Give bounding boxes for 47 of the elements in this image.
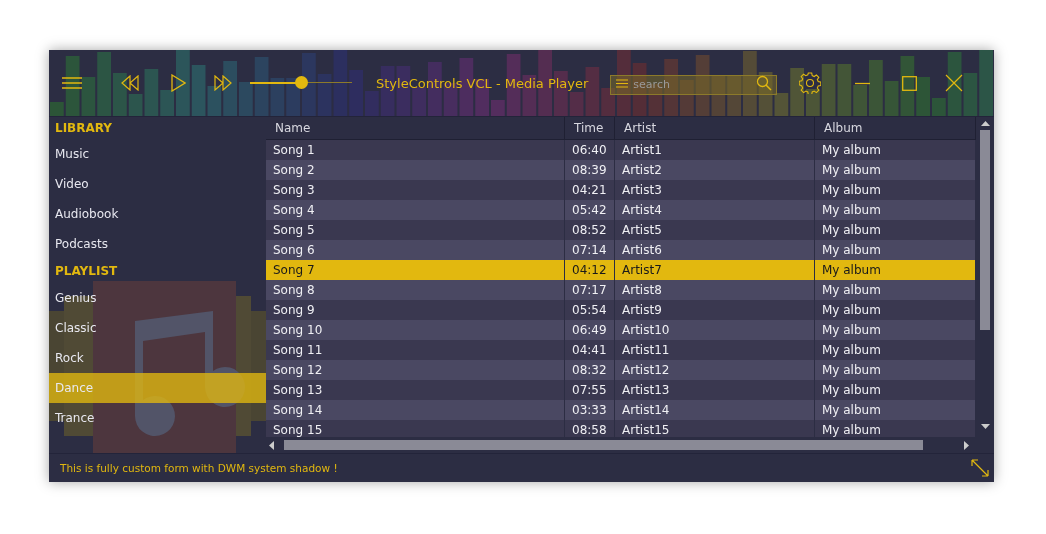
minimize-icon[interactable]	[855, 81, 871, 85]
sidebar-item[interactable]: Podcasts	[49, 229, 266, 259]
sidebar-item[interactable]: Video	[49, 169, 266, 199]
table-row[interactable]: Song 7 04:12 Artist7 My album	[266, 260, 976, 280]
close-icon[interactable]	[945, 74, 964, 92]
table-row[interactable]: Song 14 03:33 Artist14 My album	[266, 400, 976, 420]
resize-icon[interactable]	[970, 458, 990, 478]
maximize-icon[interactable]	[902, 75, 918, 91]
table-row[interactable]: Song 13 07:55 Artist13 My album	[266, 380, 976, 400]
table-row[interactable]: Song 4 05:42 Artist4 My album	[266, 200, 976, 220]
table-row[interactable]: Song 10 06:49 Artist10 My album	[266, 320, 976, 340]
status-text: This is fully custom form with DWM system shadow !	[60, 462, 338, 474]
section-header: PLAYLIST	[54, 263, 119, 280]
menu-icon[interactable]	[616, 79, 629, 88]
table-row[interactable]: Song 12 08:32 Artist12 My album	[266, 360, 976, 380]
table-row[interactable]: Song 6 07:14 Artist6 My album	[266, 240, 976, 260]
column-header[interactable]: Name	[266, 117, 565, 139]
settings-icon[interactable]	[799, 72, 822, 94]
volume-slider[interactable]	[250, 76, 352, 90]
search-field[interactable]: search	[610, 74, 778, 95]
search-icon[interactable]	[756, 75, 773, 91]
table-row[interactable]: Song 5 08:52 Artist5 My album	[266, 220, 976, 240]
window-title: StyleControls VCL - Media Player	[376, 75, 589, 91]
table-row[interactable]: Song 2 08:39 Artist2 My album	[266, 160, 976, 180]
rewind-icon[interactable]	[120, 75, 140, 91]
scroll-up-icon[interactable]	[980, 121, 990, 126]
play-icon[interactable]	[171, 74, 186, 92]
column-header[interactable]: Time	[565, 117, 615, 139]
section-header: LIBRARY	[54, 120, 114, 137]
sidebar-item[interactable]: Trance	[49, 403, 266, 433]
fast-forward-icon[interactable]	[214, 75, 232, 91]
table-row[interactable]: Song 1 06:40 Artist1 My album	[266, 140, 976, 160]
menu-icon[interactable]	[62, 77, 82, 89]
table-row[interactable]: Song 15 08:58 Artist15 My album	[266, 420, 976, 440]
sidebar-item[interactable]: Classic	[49, 313, 266, 343]
table-row[interactable]: Song 11 04:41 Artist11 My album	[266, 340, 976, 360]
table-row[interactable]: Song 8 07:17 Artist8 My album	[266, 280, 976, 300]
scroll-down-icon[interactable]	[980, 424, 990, 429]
scroll-left-icon[interactable]	[269, 440, 274, 450]
scroll-right-icon[interactable]	[964, 440, 969, 450]
table-row[interactable]: Song 9 05:54 Artist9 My album	[266, 300, 976, 320]
sidebar-item[interactable]: Music	[49, 139, 266, 169]
column-header[interactable]: Artist	[615, 117, 815, 139]
sidebar-item[interactable]: Genius	[49, 283, 266, 313]
table-row[interactable]: Song 3 04:21 Artist3 My album	[266, 180, 976, 200]
sidebar-item[interactable]: Rock	[49, 343, 266, 373]
sidebar-item[interactable]: Audiobook	[49, 199, 266, 229]
